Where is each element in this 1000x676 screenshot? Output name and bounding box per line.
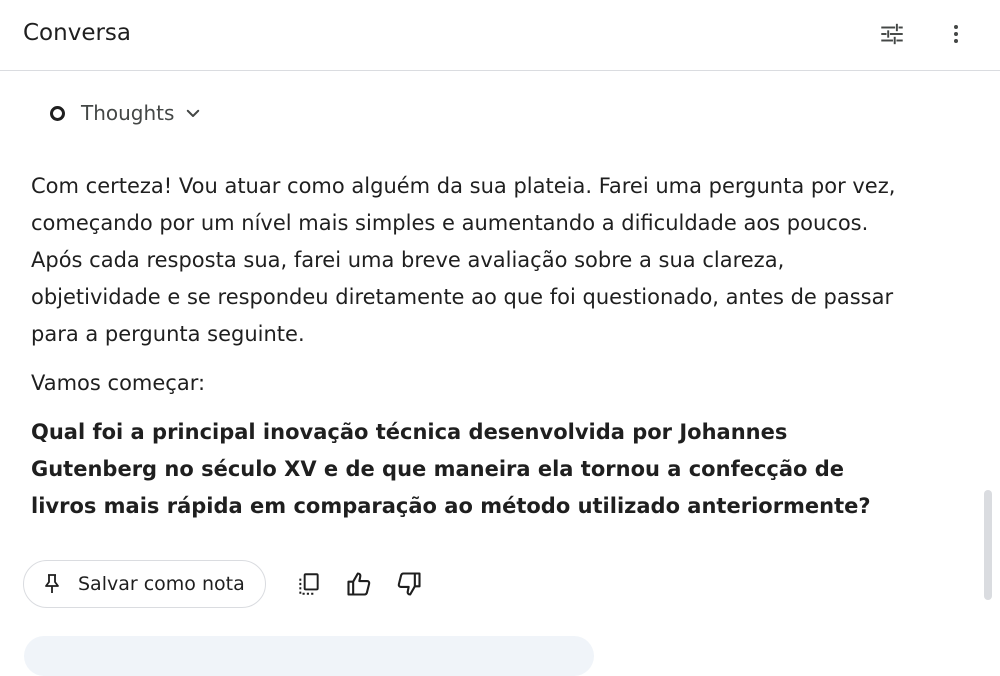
page-title: Conversa xyxy=(23,20,132,46)
save-as-note-label: Salvar como nota xyxy=(78,573,245,595)
tune-icon[interactable] xyxy=(878,20,906,48)
thoughts-toggle[interactable]: Thoughts xyxy=(50,100,202,126)
copy-icon[interactable] xyxy=(292,567,326,601)
response-intro: Com certeza! Vou atuar como alguém da su… xyxy=(31,174,896,346)
thoughts-label: Thoughts xyxy=(81,101,175,125)
scrollbar-thumb[interactable] xyxy=(984,490,992,600)
more-vert-icon[interactable] xyxy=(942,20,970,48)
pin-icon xyxy=(42,573,62,595)
save-as-note-button[interactable]: Salvar como nota xyxy=(23,560,266,608)
chevron-down-icon xyxy=(184,104,202,122)
response-question: Qual foi a principal inovação técnica de… xyxy=(31,420,871,518)
thumb-down-icon[interactable] xyxy=(392,567,426,601)
response-body: Com certeza! Vou atuar como alguém da su… xyxy=(31,168,911,525)
next-message-card xyxy=(24,636,594,676)
thoughts-dot-icon xyxy=(50,105,65,121)
response-actions: Salvar como nota xyxy=(23,559,426,609)
response-start: Vamos começar: xyxy=(31,371,206,395)
thumb-up-icon[interactable] xyxy=(342,567,376,601)
conversation-header: Conversa xyxy=(0,0,1000,71)
